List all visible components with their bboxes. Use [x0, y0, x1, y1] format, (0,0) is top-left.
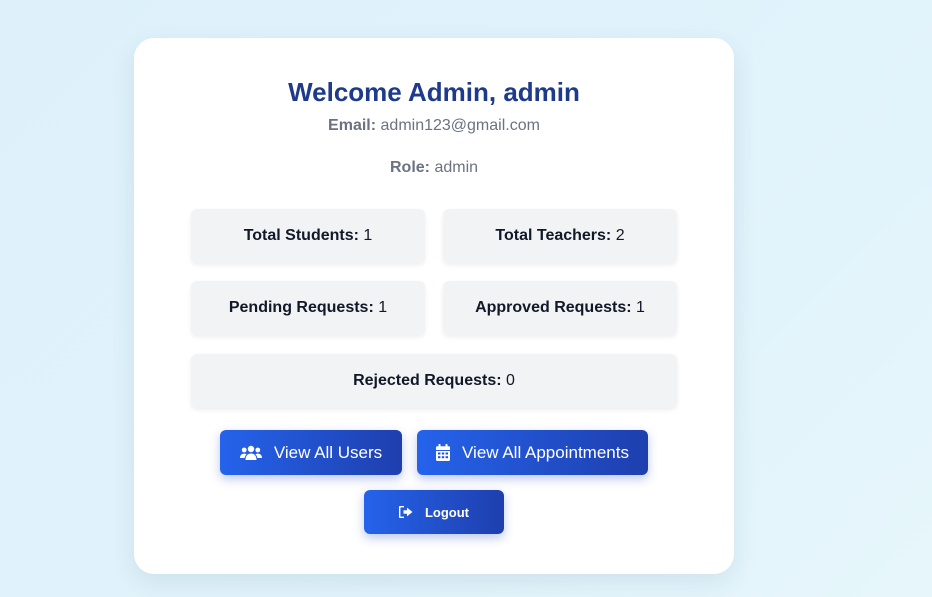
stat-total-students: Total Students: 1: [191, 209, 425, 263]
view-all-appointments-button[interactable]: View All Appointments: [417, 430, 648, 475]
stat-value: 2: [615, 227, 625, 244]
stat-approved-requests: Approved Requests: 1: [443, 281, 677, 335]
page-title: Welcome Admin, admin: [288, 77, 580, 107]
email-value: admin123@gmail.com: [380, 117, 540, 134]
stat-label: Rejected Requests:: [353, 372, 502, 389]
role-line: Role: admin: [134, 158, 734, 178]
stat-total-teachers: Total Teachers: 2: [443, 209, 677, 263]
sign-out-icon: [398, 506, 413, 518]
role-label: Role:: [389, 159, 430, 176]
stat-pending-requests: Pending Requests: 1: [191, 281, 425, 335]
stat-label: Pending Requests:: [228, 299, 374, 316]
stat-label: Total Students:: [243, 227, 359, 244]
stat-rejected-requests: Rejected Requests: 0: [191, 354, 677, 408]
stat-value: 0: [506, 372, 515, 389]
logout-button[interactable]: Logout: [364, 490, 504, 534]
role-value: admin: [434, 159, 479, 176]
view-all-appointments-label: View All Appointments: [462, 442, 629, 462]
stat-value: 1: [378, 299, 388, 316]
view-all-users-label: View All Users: [273, 442, 383, 462]
logout-label: Logout: [424, 504, 470, 520]
stat-label: Total Teachers:: [495, 227, 612, 244]
email-label: Email:: [328, 117, 377, 134]
admin-dashboard-card: Welcome Admin, admin Email: admin123@gma…: [134, 38, 734, 574]
calendar-icon: [436, 444, 451, 461]
users-icon: [239, 445, 262, 461]
stat-label: Approved Requests:: [475, 299, 632, 316]
email-line: Email: admin123@gmail.com: [134, 116, 734, 136]
view-all-users-button[interactable]: View All Users: [220, 430, 402, 475]
stat-value: 1: [636, 299, 645, 316]
stat-value: 1: [363, 227, 373, 244]
